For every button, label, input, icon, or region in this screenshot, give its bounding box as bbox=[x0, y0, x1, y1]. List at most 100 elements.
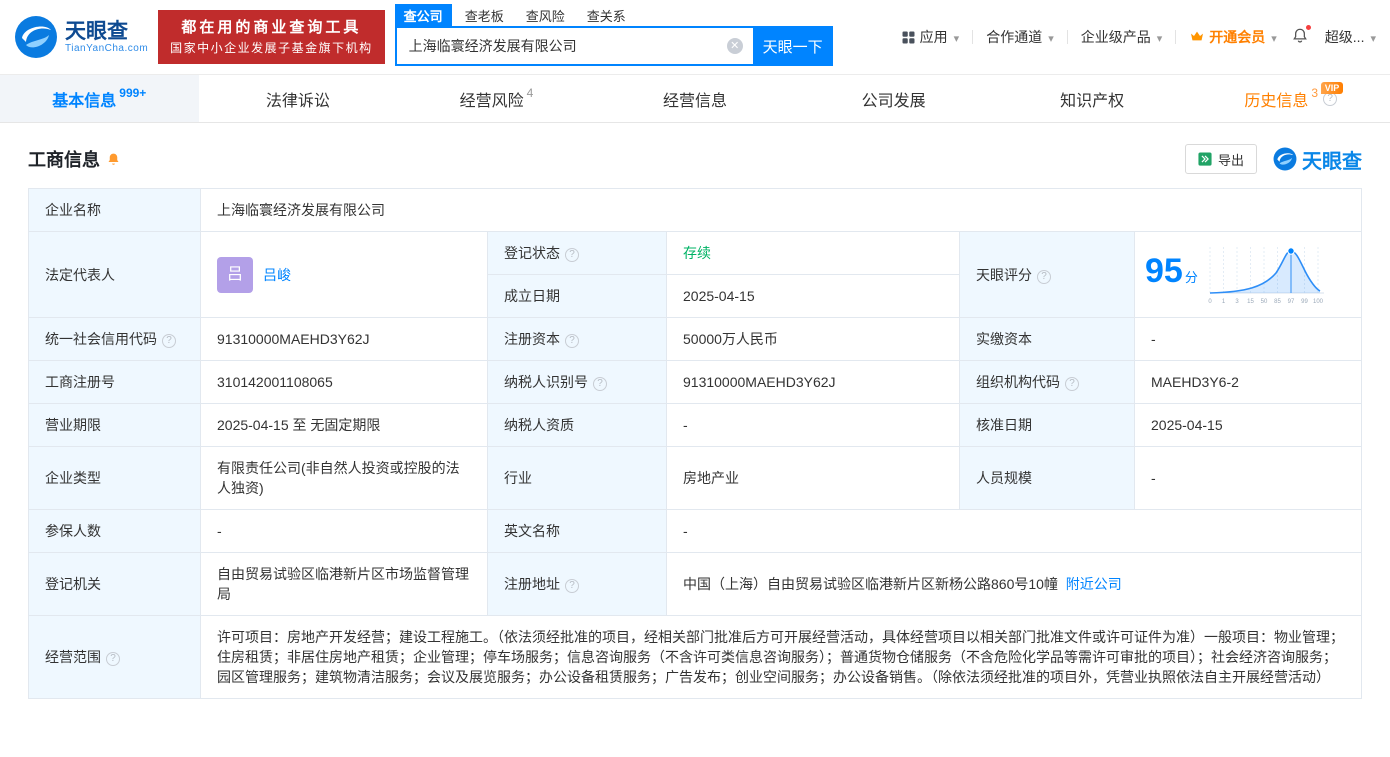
help-icon[interactable] bbox=[565, 248, 579, 262]
nearby-companies-link[interactable]: 附近公司 bbox=[1066, 576, 1122, 592]
label-business-term: 营业期限 bbox=[28, 403, 201, 447]
score-number: 95 分 bbox=[1145, 252, 1198, 290]
nav-vip-membership[interactable]: 开通会员 bbox=[1189, 27, 1277, 47]
label-staff-size: 人员规模 bbox=[959, 446, 1135, 510]
svg-text:97: 97 bbox=[1288, 299, 1295, 305]
legal-rep-link[interactable]: 吕峻 bbox=[263, 265, 291, 285]
help-icon[interactable] bbox=[1065, 377, 1079, 391]
tab-badge: 4 bbox=[526, 85, 534, 100]
section-header: 工商信息 导出 天眼查 bbox=[28, 144, 1362, 174]
tianyancha-watermark: 天眼查 bbox=[1273, 145, 1362, 174]
svg-text:0: 0 bbox=[1208, 299, 1212, 305]
chevron-down-icon bbox=[952, 29, 960, 45]
divider bbox=[1066, 30, 1068, 44]
label-paid-in-capital: 实缴资本 bbox=[959, 317, 1135, 361]
tab-legal-proceedings[interactable]: 法律诉讼 bbox=[199, 75, 398, 122]
score-axis-labels: 0 1 3 15 50 85 97 99 100 bbox=[1208, 299, 1323, 305]
label-industry: 行业 bbox=[487, 446, 667, 510]
legal-rep-avatar[interactable]: 吕 bbox=[217, 256, 253, 293]
value-registered-address: 中国（上海）自由贸易试验区临港新片区新杨公路860号10幢 附近公司 bbox=[666, 552, 1362, 616]
help-icon[interactable] bbox=[106, 652, 120, 666]
value-english-name: - bbox=[666, 509, 1362, 553]
svg-text:15: 15 bbox=[1247, 299, 1254, 305]
value-staff-size: - bbox=[1134, 446, 1362, 510]
promo-banner: 都在用的商业查询工具 国家中小企业发展子基金旗下机构 bbox=[158, 9, 385, 65]
main-content: 工商信息 导出 天眼查 企业名称 上海临寰经济发展有限公司 法定代表人 吕 吕峻… bbox=[0, 144, 1390, 699]
tab-business-info[interactable]: 经营信息 bbox=[596, 75, 795, 122]
apps-grid-icon bbox=[902, 31, 915, 43]
status-badge: 存续 bbox=[683, 245, 711, 261]
tab-intellectual-property[interactable]: 知识产权 bbox=[993, 75, 1192, 122]
tab-basic-info[interactable]: 基本信息 999+ bbox=[0, 75, 199, 122]
value-paid-in-capital: - bbox=[1134, 317, 1362, 361]
notification-dot bbox=[1304, 23, 1312, 31]
search-tab-relation[interactable]: 查关系 bbox=[578, 4, 635, 27]
label-legal-representative: 法定代表人 bbox=[28, 231, 201, 318]
search-button[interactable]: 天眼一下 bbox=[752, 26, 833, 66]
value-legal-representative: 吕 吕峻 bbox=[200, 231, 488, 318]
label-registered-capital: 注册资本 bbox=[487, 317, 667, 361]
value-business-term: 2025-04-15 至 无固定期限 bbox=[200, 403, 488, 447]
help-icon[interactable] bbox=[565, 579, 579, 593]
value-registered-capital: 50000万人民币 bbox=[666, 317, 960, 361]
label-registration-status: 登记状态 bbox=[487, 231, 667, 275]
label-company-type: 企业类型 bbox=[28, 446, 201, 510]
chevron-down-icon bbox=[1155, 29, 1163, 45]
help-icon[interactable] bbox=[565, 334, 579, 348]
value-registration-number: 310142001108065 bbox=[200, 360, 488, 404]
tab-badge: 3 bbox=[1311, 85, 1319, 100]
help-icon[interactable] bbox=[1037, 269, 1051, 284]
svg-text:1: 1 bbox=[1222, 299, 1226, 305]
svg-text:3: 3 bbox=[1235, 299, 1239, 305]
chevron-down-icon bbox=[1269, 29, 1277, 45]
value-registration-authority: 自由贸易试验区临港新片区市场监督管理局 bbox=[200, 552, 488, 616]
divider bbox=[972, 30, 974, 44]
subscribe-bell-icon[interactable] bbox=[106, 152, 121, 167]
label-registration-number: 工商注册号 bbox=[28, 360, 201, 404]
tianyancha-logo-icon bbox=[15, 16, 57, 58]
value-business-scope: 许可项目：房地产开发经营；建设工程施工。（依法须经批准的项目，经相关部门批准后方… bbox=[200, 615, 1362, 699]
help-icon[interactable] bbox=[593, 377, 607, 391]
search-area: 查公司 查老板 查风险 查关系 天眼一下 bbox=[394, 3, 833, 66]
help-icon[interactable] bbox=[162, 334, 176, 348]
nav-partner-channel[interactable]: 合作通道 bbox=[986, 27, 1054, 47]
value-taxpayer-qualification: - bbox=[666, 403, 960, 447]
value-industry: 房地产业 bbox=[666, 446, 960, 510]
tab-company-development[interactable]: 公司发展 bbox=[794, 75, 993, 122]
search-tab-boss[interactable]: 查老板 bbox=[456, 4, 513, 27]
label-business-scope: 经营范围 bbox=[28, 615, 201, 699]
svg-text:99: 99 bbox=[1301, 299, 1308, 305]
search-tab-risk[interactable]: 查风险 bbox=[517, 4, 574, 27]
tab-history-info[interactable]: 历史信息3 VIP bbox=[1191, 75, 1390, 122]
svg-text:100: 100 bbox=[1313, 299, 1324, 305]
label-english-name: 英文名称 bbox=[487, 509, 667, 553]
label-tianyan-score: 天眼评分 bbox=[959, 231, 1135, 318]
search-input[interactable] bbox=[394, 26, 753, 66]
clear-search-icon[interactable] bbox=[726, 38, 743, 54]
tianyancha-logo[interactable]: 天眼查 TianYanCha.com bbox=[14, 15, 148, 59]
logo-name: 天眼查 bbox=[65, 19, 128, 43]
value-insured-count: - bbox=[200, 509, 488, 553]
label-company-name: 企业名称 bbox=[28, 188, 201, 232]
excel-export-icon bbox=[1198, 152, 1212, 166]
value-tianyan-score[interactable]: 95 分 0 1 3 15 50 85 97 99 100 bbox=[1134, 231, 1362, 318]
label-taxpayer-id: 纳税人识别号 bbox=[487, 360, 667, 404]
value-founded-date: 2025-04-15 bbox=[666, 274, 960, 318]
search-tab-company[interactable]: 查公司 bbox=[394, 3, 452, 27]
notifications-bell[interactable] bbox=[1291, 23, 1312, 48]
chevron-down-icon bbox=[1046, 29, 1054, 45]
label-credit-code: 统一社会信用代码 bbox=[28, 317, 201, 361]
svg-text:50: 50 bbox=[1261, 299, 1268, 305]
divider bbox=[1175, 30, 1177, 44]
crown-icon bbox=[1191, 31, 1204, 41]
nav-user-account[interactable]: 超级... bbox=[1325, 27, 1376, 47]
nav-enterprise-products[interactable]: 企业级产品 bbox=[1081, 27, 1163, 47]
section-title: 工商信息 bbox=[28, 150, 100, 170]
tab-operational-risk[interactable]: 经营风险 4 bbox=[397, 75, 596, 122]
label-registered-address: 注册地址 bbox=[487, 552, 667, 616]
value-taxpayer-id: 91310000MAEHD3Y62J bbox=[666, 360, 960, 404]
top-nav: 应用 合作通道 企业级产品 开通会员 超级... bbox=[901, 23, 1376, 48]
nav-apps[interactable]: 应用 bbox=[901, 27, 960, 47]
tab-badge: 999+ bbox=[119, 85, 147, 100]
export-button[interactable]: 导出 bbox=[1184, 144, 1257, 174]
